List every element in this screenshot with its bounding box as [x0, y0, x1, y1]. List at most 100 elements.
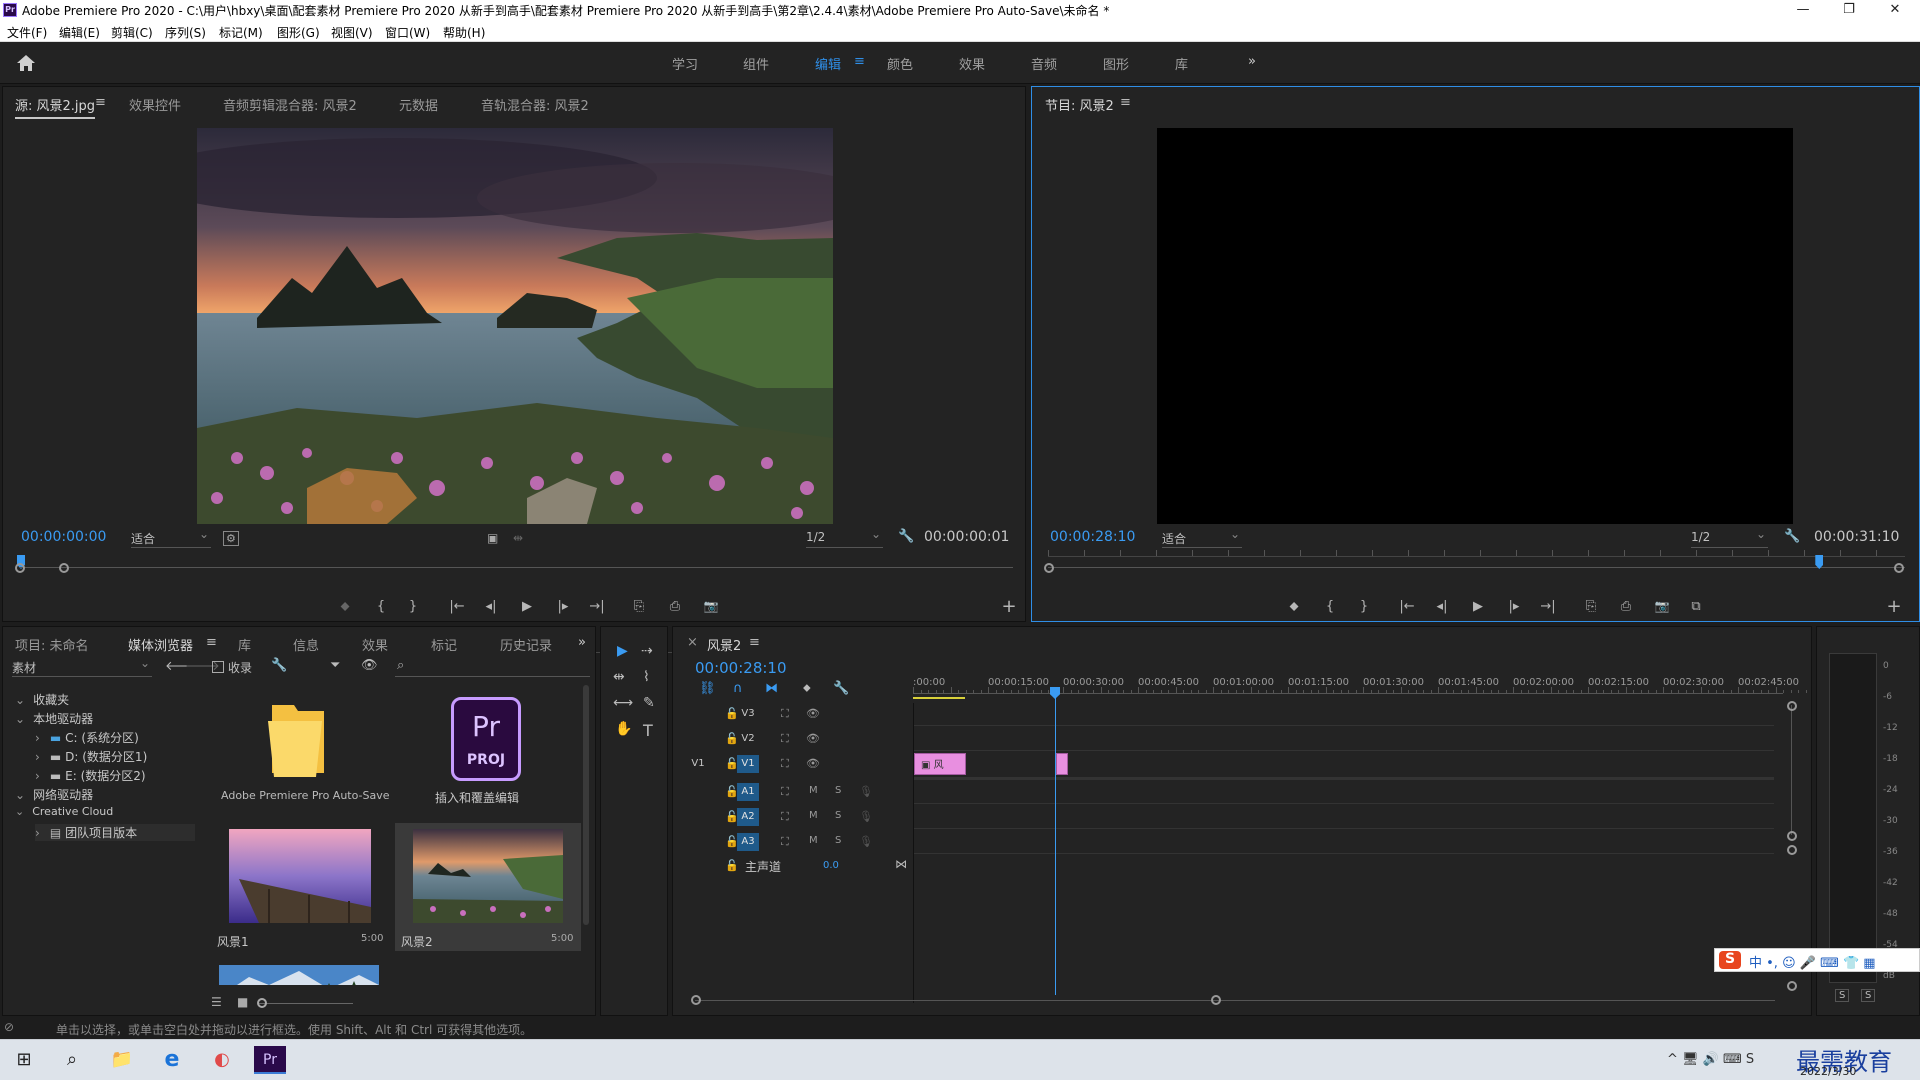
program-tab-menu-icon[interactable]: ≡ [1120, 95, 1131, 110]
thumbnail-size-handle[interactable] [257, 998, 267, 1008]
menu-window[interactable]: 窗口(W) [385, 24, 430, 41]
media-browser-more-icon[interactable]: » [578, 635, 586, 650]
video-track-scrollbar[interactable] [1791, 705, 1792, 835]
meter-solo-left-button[interactable]: S [1835, 989, 1850, 1002]
media-item-project-file[interactable]: Pr PROJ 插入和覆盖编辑 [399, 685, 579, 813]
paint-app-icon[interactable]: ◐ [207, 1046, 237, 1074]
master-volume-value[interactable]: 0.0 [823, 860, 839, 871]
audio-scroll-handle-top[interactable] [1787, 845, 1797, 855]
thumbnail-size-slider[interactable] [259, 1003, 353, 1004]
menu-view[interactable]: 视图(V) [331, 24, 373, 41]
solo-button[interactable]: S [835, 785, 841, 796]
sync-lock-icon[interactable]: ⛶ [781, 757, 789, 771]
track-a3-label[interactable]: A3 [737, 833, 759, 851]
selection-tool-icon[interactable]: ▶ [617, 643, 628, 659]
workspace-more-icon[interactable]: » [1248, 54, 1256, 69]
tab-sequence[interactable]: 风景2 [707, 635, 741, 657]
slip-tool-icon[interactable]: ⟷ [613, 695, 633, 711]
timeline-marker-icon[interactable]: ⬥ [803, 681, 811, 695]
lock-icon[interactable]: 🔓 [725, 859, 739, 872]
menu-help[interactable]: 帮助(H) [443, 24, 485, 41]
tree-item-team-projects[interactable]: › ▤ 团队项目版本 [35, 824, 195, 841]
source-resolution-dropdown[interactable]: 1/2 [806, 527, 883, 548]
program-resolution-dropdown[interactable]: 1/2 [1691, 527, 1768, 548]
program-export-frame-icon[interactable]: 📷 [1652, 599, 1672, 613]
timeline-timecode[interactable]: 00:00:28:10 [695, 659, 787, 677]
ripple-edit-tool-icon[interactable]: ⇹ [613, 669, 625, 685]
mute-button[interactable]: M [809, 810, 818, 821]
tree-item-creative-cloud[interactable]: ⌄ Creative Cloud [15, 805, 113, 818]
track-a1-label[interactable]: A1 [737, 783, 759, 801]
program-mark-out-icon[interactable]: } [1354, 599, 1374, 614]
timeline-playhead-line[interactable] [1055, 695, 1056, 995]
tree-item-favorites[interactable]: ⌄ 收藏夹 [15, 691, 69, 708]
ime-status-icons[interactable]: 中 •, ☺ 🎤 ⌨ 👕 ▦ [1749, 952, 1876, 971]
view-eye-icon[interactable]: 👁 [361, 658, 378, 673]
source-step-back-icon[interactable]: ◂| [481, 599, 501, 614]
source-add-marker-icon[interactable]: ⬥ [335, 599, 355, 614]
source-goto-in-icon[interactable]: |← [447, 599, 467, 614]
menu-sequence[interactable]: 序列(S) [165, 24, 206, 41]
menu-file[interactable]: 文件(F) [7, 24, 47, 41]
tab-effects[interactable]: 效果 [362, 635, 388, 654]
program-fit-dropdown[interactable]: 适合 [1162, 527, 1242, 548]
program-compare-icon[interactable]: ⧉ [1686, 599, 1706, 614]
source-tab-menu-icon[interactable]: ≡ [95, 95, 106, 110]
audio-scroll-handle-bottom[interactable] [1787, 981, 1797, 991]
timeline-ruler[interactable]: :00:00 00:00:15:00 00:00:30:00 00:00:45:00 0… [913, 665, 1807, 699]
track-v3-label[interactable]: V3 [737, 705, 759, 723]
close-button[interactable]: ✕ [1872, 0, 1918, 20]
workspace-audio[interactable]: 音频 [1031, 54, 1057, 73]
workspace-graphics[interactable]: 图形 [1103, 54, 1129, 73]
sync-lock-icon[interactable]: ⛶ [781, 732, 789, 746]
tab-source[interactable]: 源: 风景2.jpg [15, 95, 96, 119]
mute-button[interactable]: M [809, 835, 818, 846]
list-view-icon[interactable]: ☰ [211, 995, 222, 1009]
program-goto-out-icon[interactable]: →| [1538, 599, 1558, 614]
type-tool-icon[interactable]: T [643, 721, 653, 740]
source-insert-icon[interactable]: ⎘ [629, 599, 649, 614]
workspace-effects[interactable]: 效果 [959, 54, 985, 73]
program-extract-icon[interactable]: ⎙ [1616, 599, 1636, 614]
ime-toolbar[interactable]: S 中 •, ☺ 🎤 ⌨ 👕 ▦ [1714, 948, 1920, 972]
program-time-ruler[interactable] [1048, 547, 1905, 557]
work-area-bar[interactable] [913, 697, 965, 699]
voiceover-mic-icon[interactable]: 🎙 [859, 810, 873, 823]
source-export-frame-icon[interactable]: 📷 [701, 599, 721, 613]
nest-toggle-icon[interactable]: ⛓ [699, 681, 716, 696]
source-zoom-handle-left[interactable] [15, 563, 25, 573]
tree-item-drive-c[interactable]: › ▬ C: (系统分区) [35, 729, 139, 746]
razor-tool-icon[interactable]: ⌇ [643, 669, 650, 685]
timeline-close-icon[interactable]: × [687, 635, 698, 650]
program-goto-in-icon[interactable]: |← [1397, 599, 1417, 614]
source-overwrite-icon[interactable]: ⎙ [665, 599, 685, 614]
eye-icon[interactable]: 👁 [806, 757, 820, 770]
pen-tool-icon[interactable]: ✎ [643, 695, 655, 711]
source-drag-audio-icon[interactable]: ⇹ [513, 531, 523, 545]
source-add-button-icon[interactable]: + [999, 596, 1019, 617]
sogou-ime-icon[interactable]: S [1719, 951, 1741, 969]
menu-clip[interactable]: 剪辑(C) [111, 24, 153, 41]
program-zoom-handle-left[interactable] [1044, 563, 1054, 573]
minimize-button[interactable]: — [1780, 0, 1826, 20]
timeline-zoom-handle-left[interactable] [691, 995, 701, 1005]
workspace-learning[interactable]: 学习 [672, 54, 698, 73]
v1-clip-landscape-2-second[interactable] [1056, 753, 1068, 775]
ingest-checkbox[interactable] [212, 661, 224, 673]
tab-audio-track-mixer[interactable]: 音轨混合器: 风景2 [481, 95, 589, 114]
program-zoom-handle-right[interactable] [1894, 563, 1904, 573]
filter-funnel-icon[interactable]: ⏷ [330, 658, 340, 673]
workspace-assembly[interactable]: 组件 [743, 54, 769, 73]
icon-view-icon[interactable]: ■ [237, 995, 248, 1009]
file-explorer-icon[interactable]: 📁 [107, 1046, 137, 1074]
menu-edit[interactable]: 编辑(E) [59, 24, 100, 41]
tab-project[interactable]: 项目: 未命名 [15, 635, 89, 654]
eye-icon[interactable]: 👁 [806, 707, 820, 720]
video-scroll-handle-bottom[interactable] [1787, 831, 1797, 841]
tab-effect-controls[interactable]: 效果控件 [129, 95, 181, 114]
tab-audio-clip-mixer[interactable]: 音频剪辑混合器: 风景2 [223, 95, 357, 114]
source-fit-dropdown[interactable]: 适合 [131, 527, 211, 548]
tree-item-local-drives[interactable]: ⌄ 本地驱动器 [15, 710, 93, 727]
source-step-forward-icon[interactable]: |▸ [553, 599, 573, 614]
source-zoom-bar[interactable] [19, 567, 1013, 568]
